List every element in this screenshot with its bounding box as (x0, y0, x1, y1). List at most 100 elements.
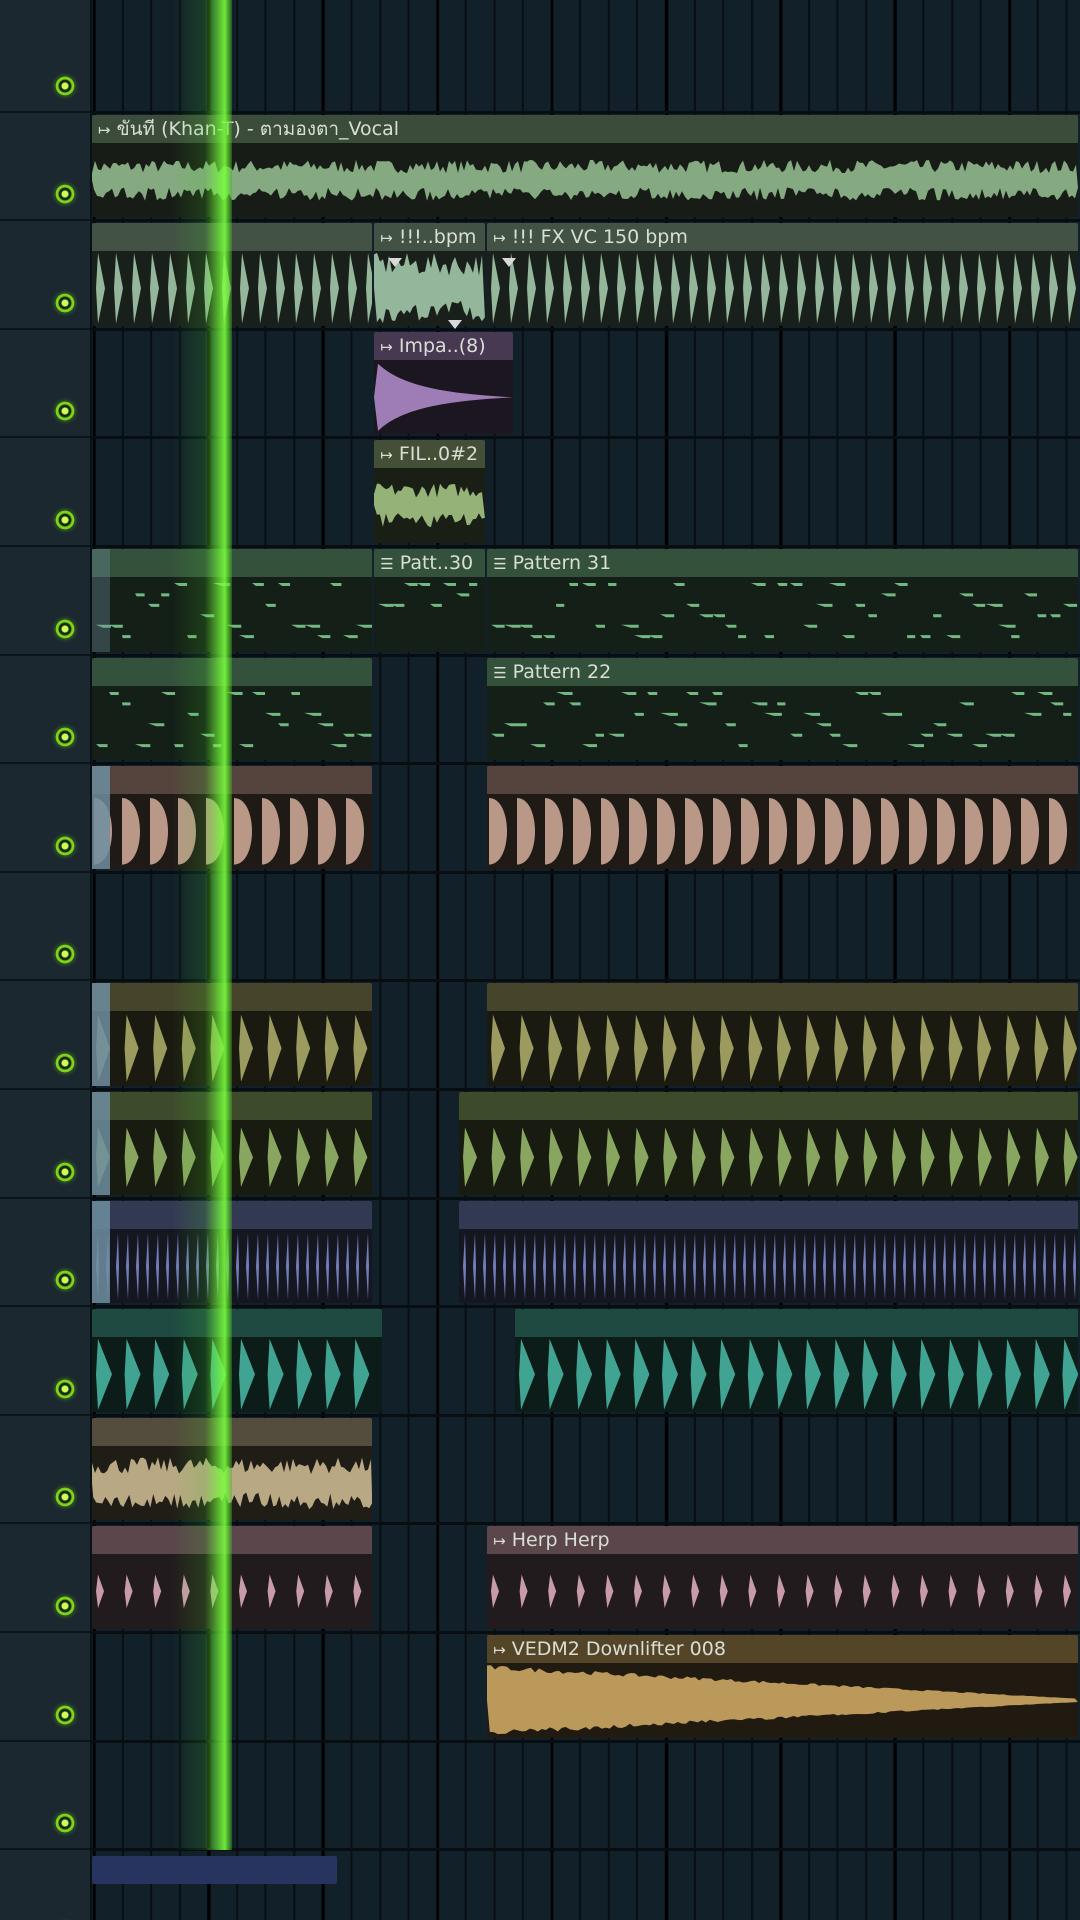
clip-header[interactable]: ↦ !!!..bpm (374, 223, 486, 252)
clip-header[interactable] (92, 1200, 373, 1229)
track-header[interactable] (0, 1199, 90, 1308)
lane-separator (92, 1305, 1080, 1309)
track-header[interactable] (0, 1090, 90, 1199)
playlist-clip[interactable] (92, 1092, 373, 1195)
clip-header[interactable] (92, 983, 373, 1012)
playlist-clip[interactable]: ☰ Pattern 22 (487, 657, 1078, 761)
playlist-clip[interactable]: ↦ !!!..bpm (374, 223, 486, 326)
mute-toggle-icon[interactable] (55, 1378, 75, 1399)
track-header[interactable] (0, 4, 90, 113)
playlist-clip[interactable] (515, 1309, 1078, 1412)
fade-handle-icon[interactable] (448, 320, 462, 329)
playlist-clip[interactable] (92, 549, 373, 652)
clip-header[interactable]: ☰ Pattern 22 (487, 657, 1078, 686)
waveform-svg (462, 1127, 1078, 1188)
playlist-clip[interactable] (458, 1200, 1078, 1304)
clip-header[interactable] (92, 549, 373, 577)
clip-label: FIL..0#2 (398, 443, 479, 466)
waveform-svg (491, 1015, 1078, 1083)
fade-handle-icon[interactable] (388, 258, 402, 267)
playlist-clip[interactable] (487, 766, 1078, 869)
clip-header[interactable] (92, 223, 373, 252)
playlist-clip[interactable] (92, 1856, 337, 1885)
audio-clip-icon: ↦ (98, 120, 111, 139)
clip-header[interactable] (92, 1526, 373, 1555)
mute-toggle-icon[interactable] (55, 75, 75, 96)
track-header[interactable] (0, 873, 90, 982)
mute-toggle-icon[interactable] (55, 184, 75, 205)
waveform-svg (374, 363, 514, 431)
mute-toggle-icon[interactable] (55, 944, 75, 965)
clip-header[interactable] (92, 766, 373, 795)
playlist-clip[interactable] (487, 983, 1078, 1086)
waveform-svg (491, 691, 1072, 747)
track-header[interactable] (0, 764, 90, 873)
mute-toggle-icon[interactable] (55, 1161, 75, 1182)
clip-header[interactable]: ☰ Pattern 31 (487, 549, 1078, 577)
clip-waveform (92, 1337, 382, 1412)
lane-selection-strip (92, 1092, 110, 1195)
playlist-clip[interactable]: ↦ !!! FX VC 150 bpm (487, 223, 1078, 326)
mute-toggle-icon[interactable] (55, 1813, 75, 1834)
mute-toggle-icon[interactable] (55, 835, 75, 856)
playlist-clip[interactable]: ↦ Herp Herp (487, 1526, 1078, 1629)
playlist-clip[interactable]: ↦ VEDM2 Downlifter 008 (487, 1635, 1078, 1738)
clip-header[interactable]: ☰ Patt..30 (374, 549, 486, 577)
clip-header[interactable] (92, 1092, 373, 1120)
mute-toggle-icon[interactable] (55, 401, 75, 422)
playlist-clip[interactable] (92, 1200, 373, 1304)
playlist-clip[interactable] (92, 657, 373, 761)
playlist-clip[interactable]: ↦ ขันที (Khan-T) - ตามองตา_Vocal (92, 114, 1078, 218)
clip-header[interactable] (487, 983, 1078, 1012)
mute-toggle-icon[interactable] (55, 1596, 75, 1617)
mute-toggle-icon[interactable] (55, 292, 75, 313)
playlist-clip[interactable]: ☰ Pattern 31 (487, 549, 1078, 652)
clip-header[interactable]: ↦ !!! FX VC 150 bpm (487, 223, 1078, 252)
mute-toggle-icon[interactable] (55, 1053, 75, 1074)
track-header[interactable] (0, 1524, 90, 1633)
playlist-clip[interactable] (92, 1417, 373, 1521)
mute-toggle-icon[interactable] (55, 1270, 75, 1291)
track-header[interactable] (0, 656, 90, 765)
track-header[interactable] (0, 1416, 90, 1525)
track-header[interactable] (0, 981, 90, 1090)
clip-header[interactable] (515, 1309, 1078, 1338)
clip-header[interactable]: ↦ ขันที (Khan-T) - ตามองตา_Vocal (92, 114, 1078, 143)
clip-header[interactable]: ↦ FIL..0#2 (374, 440, 486, 469)
mute-toggle-icon[interactable] (55, 618, 75, 639)
track-header[interactable] (0, 221, 90, 330)
waveform-path (92, 159, 1078, 201)
playlist-clip[interactable]: ↦ FIL..0#2 (374, 440, 486, 543)
clip-header[interactable] (458, 1200, 1078, 1229)
track-header[interactable] (0, 547, 90, 656)
playlist-clip[interactable]: ☰ Patt..30 (374, 549, 486, 652)
mute-toggle-icon[interactable] (55, 1704, 75, 1725)
fade-handle-icon[interactable] (502, 258, 516, 267)
mute-toggle-icon[interactable] (55, 1487, 75, 1508)
track-header[interactable] (0, 1742, 90, 1851)
track-header[interactable] (0, 438, 90, 547)
clip-header[interactable] (92, 1417, 373, 1446)
mute-toggle-icon[interactable] (55, 727, 75, 748)
clip-header[interactable] (458, 1092, 1078, 1120)
playlist-clip[interactable] (92, 983, 373, 1086)
clip-header[interactable]: ↦ Herp Herp (487, 1526, 1078, 1555)
playlist-clip[interactable] (458, 1092, 1078, 1195)
playlist-clip[interactable] (92, 1526, 373, 1629)
clip-header[interactable] (92, 1309, 382, 1338)
clip-header[interactable] (487, 766, 1078, 795)
track-header[interactable] (0, 1307, 90, 1416)
clip-header[interactable] (92, 657, 373, 686)
playlist-clip[interactable] (92, 1309, 382, 1412)
mute-toggle-icon[interactable] (55, 510, 75, 531)
track-header[interactable] (0, 113, 90, 222)
playlist-clip[interactable] (92, 766, 373, 869)
clip-header[interactable]: ↦ VEDM2 Downlifter 008 (487, 1635, 1078, 1663)
track-header[interactable] (0, 1850, 90, 1920)
clip-header[interactable]: ↦ Impa..(8) (374, 331, 514, 360)
waveform-path (378, 582, 478, 607)
playlist-clip[interactable] (92, 223, 373, 326)
track-header[interactable] (0, 1633, 90, 1742)
playlist-clip[interactable]: ↦ Impa..(8) (374, 331, 514, 435)
track-header[interactable] (0, 330, 90, 439)
